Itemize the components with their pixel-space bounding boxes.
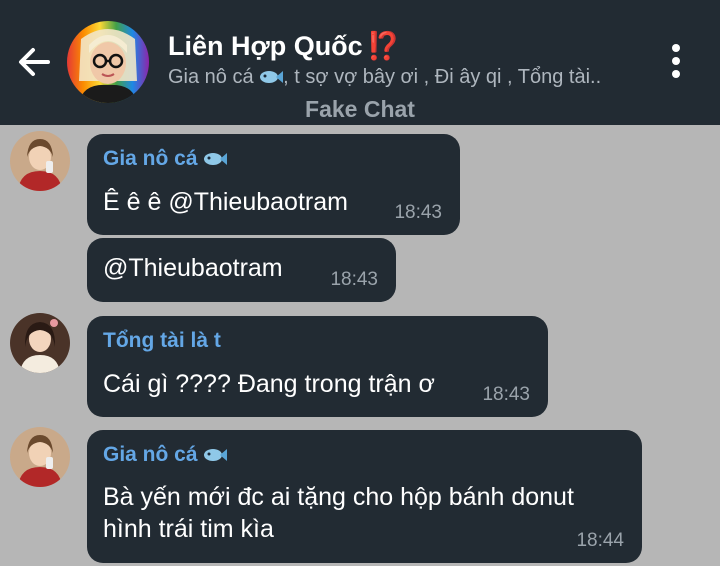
sender-name: Gia nô cá [103, 147, 228, 171]
sender-name-text: Gia nô cá [103, 147, 198, 170]
message-text-line-1: Bà yến mới đc ai tặng cho hộp bánh donut [103, 483, 574, 511]
message-text: @Thieubaotram [103, 254, 283, 282]
exclamation-question-icon: ⁉️ [366, 31, 401, 61]
avatar-photo [10, 131, 70, 191]
fake-chat-watermark: Fake Chat [305, 96, 415, 122]
message-time: 18:43 [330, 269, 378, 290]
group-title-text: Liên Hợp Quốc [168, 31, 363, 61]
avatar-photo [10, 427, 70, 487]
fish-icon [204, 449, 228, 461]
members-text-1: Gia nô cá [168, 66, 260, 88]
members-text-2: , t sợ vợ bây ơi , Đi ây qi , Tổng tài.. [283, 66, 602, 88]
message-text: Cái gì ???? Đang trong trận ơ [103, 370, 435, 398]
back-button[interactable] [14, 42, 54, 82]
sender-name: Tổng tài là t [103, 329, 221, 352]
fish-icon [260, 71, 284, 83]
group-avatar-photo [79, 29, 137, 103]
message-time: 18:43 [394, 202, 442, 223]
sender-name: Gia nô cá [103, 443, 228, 467]
message-time: 18:43 [482, 384, 530, 405]
avatar-photo [10, 313, 70, 373]
group-title: Liên Hợp Quốc ⁉️ [168, 30, 400, 62]
sender-name-text: Gia nô cá [103, 443, 198, 466]
message-bubble[interactable]: Gia nô cá Ê ê ê @Thieubaotram 18:43 [87, 134, 460, 235]
group-avatar[interactable] [67, 21, 149, 103]
arrow-left-icon [19, 48, 50, 76]
message-text-line-2: hình trái tim kìa [103, 515, 274, 543]
sender-avatar-gia-no-ca[interactable] [10, 131, 70, 191]
more-menu-button[interactable] [664, 40, 688, 82]
fish-icon [204, 153, 228, 165]
more-vert-icon [672, 44, 680, 78]
sender-avatar-gia-no-ca[interactable] [10, 427, 70, 487]
sender-avatar-tong-tai[interactable] [10, 313, 70, 373]
members-subtitle: Gia nô cá , t sợ vợ bây ơi , Đi ây qi , … [168, 66, 601, 89]
message-text: Ê ê ê @Thieubaotram [103, 188, 348, 216]
chat-header: Liên Hợp Quốc ⁉️ Gia nô cá , t sợ vợ bây … [0, 0, 720, 125]
message-time: 18:44 [576, 530, 624, 551]
message-bubble[interactable]: Tổng tài là t Cái gì ???? Đang trong trậ… [87, 316, 548, 417]
message-bubble[interactable]: Gia nô cá Bà yến mới đc ai tặng cho hộp … [87, 430, 642, 563]
message-bubble[interactable]: @Thieubaotram 18:43 [87, 238, 396, 302]
